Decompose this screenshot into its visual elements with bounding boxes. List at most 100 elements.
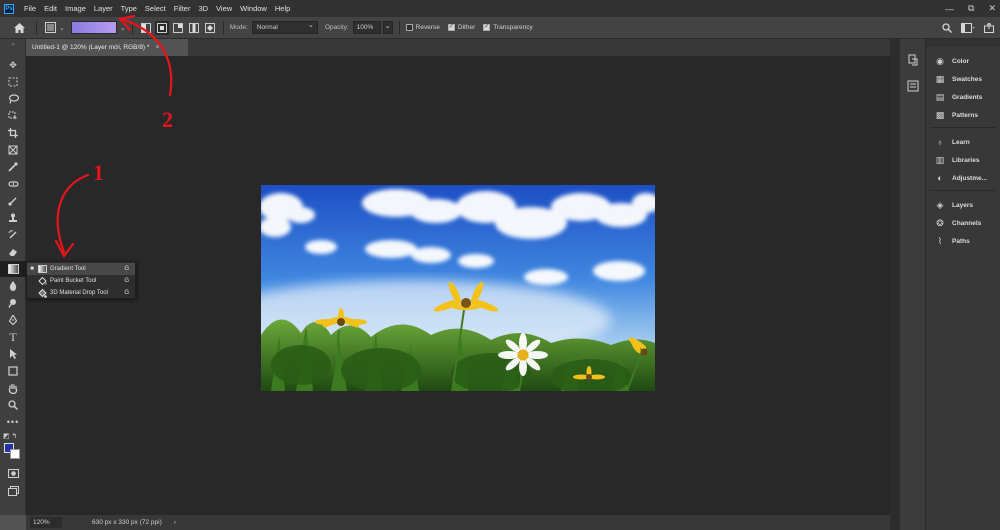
gradient-preset-icon — [44, 22, 56, 33]
document-info[interactable]: 630 px x 330 px (72 ppi) — [92, 519, 162, 526]
restore-button[interactable]: ⧉ — [968, 3, 974, 14]
history-panel-icon[interactable] — [900, 51, 926, 69]
object-selection-tool-icon[interactable] — [0, 108, 26, 124]
path-selection-tool-icon[interactable] — [0, 346, 26, 362]
move-tool-icon[interactable]: ✥ — [0, 57, 26, 73]
radial-gradient-button[interactable] — [154, 20, 169, 35]
share-icon[interactable] — [984, 23, 994, 33]
flyout-paint-bucket-tool[interactable]: Paint Bucket Tool G — [27, 275, 135, 287]
linear-gradient-button[interactable] — [139, 21, 153, 35]
menu-help[interactable]: Help — [271, 0, 294, 17]
type-tool-icon[interactable]: T — [0, 329, 26, 345]
document-canvas-area[interactable] — [26, 56, 890, 515]
panel-channels[interactable]: ❂ Channels — [926, 215, 1000, 231]
channels-icon: ❂ — [936, 217, 944, 228]
toolbar-collapse-icon[interactable]: » — [0, 41, 26, 49]
workspace-icon[interactable] — [961, 23, 975, 33]
marquee-tool-icon[interactable] — [0, 74, 26, 90]
panel-color[interactable]: ◉ Color — [926, 53, 1000, 69]
flyout-item-label: 3D Material Drop Tool — [50, 290, 108, 296]
eyedropper-tool-icon[interactable] — [0, 159, 26, 175]
panel-libraries[interactable]: ▥ Libraries — [926, 152, 1000, 168]
pen-tool-icon[interactable] — [0, 312, 26, 328]
blend-mode-select[interactable]: Normal — [251, 20, 318, 34]
tool-preset-picker[interactable] — [43, 21, 57, 35]
screen-mode-icon[interactable] — [0, 483, 26, 499]
clone-stamp-tool-icon[interactable] — [0, 210, 26, 226]
diamond-gradient-button[interactable] — [203, 21, 217, 35]
zoom-tool-icon[interactable] — [0, 397, 26, 413]
menu-edit[interactable]: Edit — [40, 0, 61, 17]
shortcut-key: G — [124, 278, 129, 284]
home-button[interactable] — [12, 21, 26, 35]
frame-tool-icon[interactable] — [0, 142, 26, 158]
panel-paths[interactable]: ⌇ Paths — [926, 233, 1000, 249]
crop-tool-icon[interactable] — [0, 125, 26, 141]
reverse-label: Reverse — [415, 24, 440, 31]
gradient-dropdown-chevron-icon[interactable]: ⌄ — [120, 24, 126, 32]
angle-gradient-button[interactable] — [171, 21, 185, 35]
rectangle-tool-icon[interactable] — [0, 363, 26, 379]
reflected-gradient-button[interactable] — [187, 21, 201, 35]
gradient-editor-swatch[interactable] — [70, 21, 117, 34]
panel-adjustments[interactable]: ◐ Adjustme... — [926, 170, 1000, 186]
more-tools-icon[interactable]: ••• — [0, 414, 26, 430]
search-icon[interactable] — [942, 23, 952, 33]
status-menu-arrow-icon[interactable]: › — [174, 519, 176, 526]
lasso-tool-icon[interactable] — [0, 91, 26, 107]
panel-grip[interactable] — [926, 39, 1000, 47]
close-button[interactable]: ✕ — [988, 3, 996, 14]
panel-label: Patterns — [952, 111, 979, 119]
zoom-level-input[interactable]: 120% — [30, 517, 62, 528]
panel-layers[interactable]: ◈ Layers — [926, 197, 1000, 213]
transparency-check-box[interactable]: ✓ — [483, 24, 491, 31]
flyout-gradient-tool[interactable]: ■ Gradient Tool G — [27, 263, 135, 275]
properties-panel-icon[interactable] — [900, 77, 926, 95]
close-tab-icon[interactable]: × — [155, 44, 159, 51]
menu-select[interactable]: Select — [141, 0, 170, 17]
menu-image[interactable]: Image — [61, 0, 90, 17]
reverse-checkbox[interactable]: Reverse — [405, 24, 440, 31]
menu-window[interactable]: Window — [236, 0, 271, 17]
status-bar: 120% 630 px x 330 px (72 ppi) › — [26, 515, 890, 530]
panel-learn[interactable]: ♁ Learn — [926, 134, 1000, 150]
opacity-slider-toggle[interactable]: ⌄ — [382, 21, 393, 34]
dither-checkbox[interactable]: ✓ Dither — [447, 24, 476, 31]
hand-tool-icon[interactable] — [0, 380, 26, 396]
healing-brush-tool-icon[interactable] — [0, 176, 26, 192]
divider — [398, 20, 400, 35]
dither-check-box[interactable]: ✓ — [447, 24, 455, 31]
flower-photo-canvas[interactable] — [261, 185, 655, 391]
eraser-tool-icon[interactable] — [0, 244, 26, 260]
opacity-input[interactable]: 100% — [352, 21, 381, 34]
transparency-checkbox[interactable]: ✓ Transparency — [483, 24, 533, 31]
menu-3d[interactable]: 3D — [194, 0, 212, 17]
panel-gradients[interactable]: ▤ Gradients — [926, 89, 1000, 105]
minimize-button[interactable]: — — [945, 4, 954, 14]
panel-swatches[interactable]: ▦ Swatches — [926, 71, 1000, 87]
menu-filter[interactable]: Filter — [170, 0, 195, 17]
panel-patterns[interactable]: ▩ Patterns — [926, 107, 1000, 123]
panel-label: Learn — [952, 138, 970, 146]
dither-label: Dither — [457, 24, 476, 31]
reverse-check-box[interactable] — [405, 24, 413, 31]
default-colors-icon[interactable]: ◩ ↰ — [0, 431, 26, 441]
chevron-down-icon[interactable]: ⌄ — [59, 24, 65, 32]
menu-file[interactable]: File — [20, 0, 40, 17]
menu-layer[interactable]: Layer — [90, 0, 117, 17]
blur-tool-icon[interactable] — [0, 278, 26, 294]
menu-view[interactable]: View — [212, 0, 236, 17]
brush-tool-icon[interactable] — [0, 193, 26, 209]
background-color-swatch[interactable] — [10, 449, 20, 459]
color-wheel-icon: ◉ — [936, 55, 944, 66]
3d-material-drop-icon — [37, 288, 47, 298]
document-tab[interactable]: Untitled-1 @ 120% (Layer mới, RGB/8) * × — [26, 39, 188, 56]
quick-mask-icon[interactable] — [0, 465, 26, 481]
history-brush-tool-icon[interactable] — [0, 227, 26, 243]
collapsed-panel-icons — [900, 39, 926, 530]
gradient-tool-icon[interactable] — [0, 261, 26, 277]
dodge-tool-icon[interactable] — [0, 295, 26, 311]
menu-type[interactable]: Type — [117, 0, 141, 17]
panel-label: Gradients — [952, 93, 983, 101]
flyout-3d-material-drop-tool[interactable]: 3D Material Drop Tool G — [27, 287, 135, 299]
